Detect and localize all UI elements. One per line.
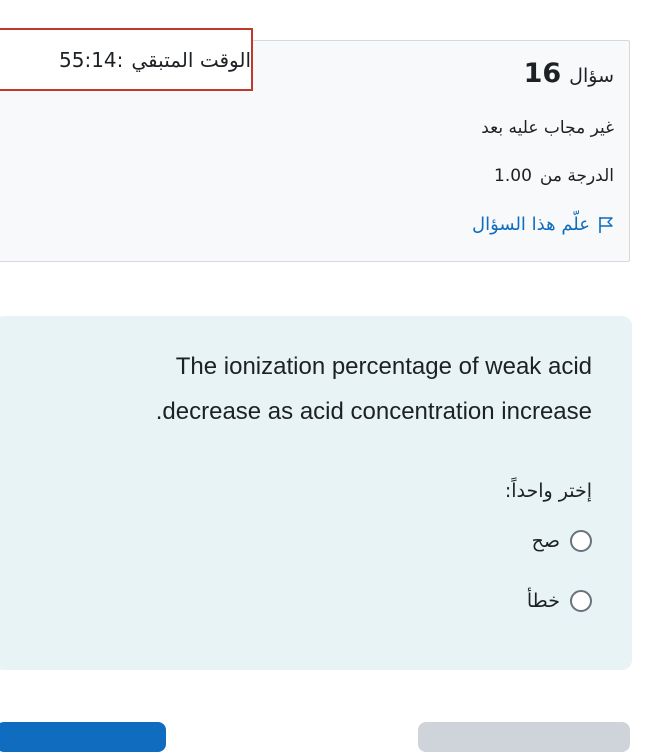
timer-label: الوقت المتبقي [131,47,251,72]
previous-page-button[interactable] [0,722,166,752]
flag-question-label: علّم هذا السؤال [472,214,590,235]
question-text-line-2: .decrease as acid concentration increase [155,398,592,425]
option-false[interactable]: خطأ [527,590,592,612]
question-number-label: سؤال [569,65,614,87]
flag-question-link[interactable]: علّم هذا السؤال [472,214,614,235]
grade-label: الدرجة من [539,166,614,186]
question-number: سؤال 16 [524,58,614,89]
option-true[interactable]: صح [532,530,592,552]
question-text: The ionization percentage of weak acid .… [32,344,592,434]
question-number-value: 16 [523,58,562,89]
radio-true[interactable] [570,530,592,552]
answer-prompt: إختر واحداً: [504,480,592,502]
flag-icon [599,216,613,233]
option-false-label: خطأ [526,590,560,612]
quiz-timer: الوقت المتبقي 55:14: [0,28,253,91]
question-text-line-1: The ionization percentage of weak acid [175,353,592,380]
grade-value: 1.00 [494,166,532,186]
next-page-button[interactable] [418,722,630,752]
timer-value: 55:14: [59,47,124,72]
question-state: غير مجاب عليه بعد [481,118,614,138]
radio-false[interactable] [570,590,592,612]
question-grade: الدرجة من 1.00 [494,166,614,186]
option-true-label: صح [531,530,560,552]
